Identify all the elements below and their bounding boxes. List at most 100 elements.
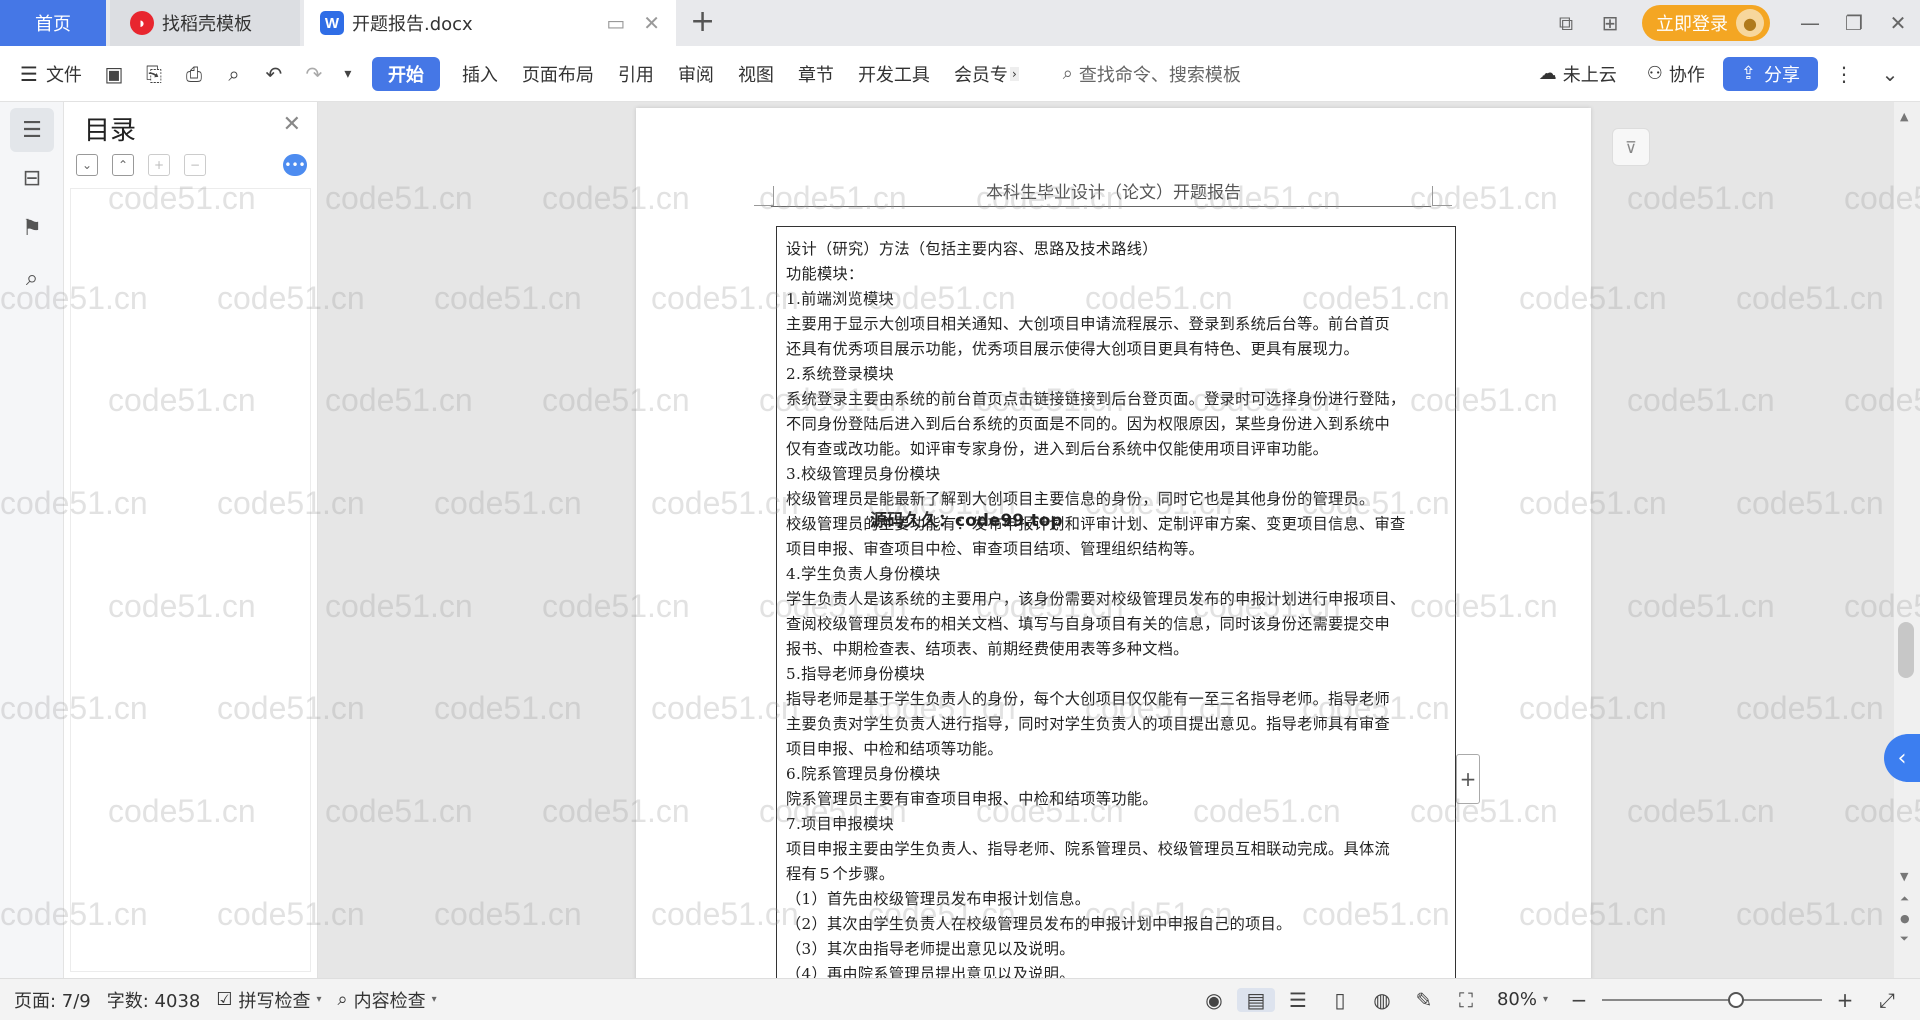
add-table-row-button[interactable]: + [1456,754,1480,804]
tab-home[interactable]: 首页 [0,0,106,46]
paragraph: 设计（研究）方法（包括主要内容、思路及技术路线） [786,240,1158,258]
command-search-placeholder: 查找命令、搜索模板 [1078,64,1241,86]
spell-check[interactable]: ☑ 拼写检查 ▾ [208,987,329,1013]
next-page-icon[interactable]: ⏷ [1900,932,1909,946]
paragraph: 学生负责人是该系统的主要用户，该身份需要对校级管理员发布的申报计划进行申报项目、 [786,590,1406,608]
collapse-all-icon[interactable]: ⌃ [112,154,134,176]
status-bar: 页面: 7/9 字数: 4038 ☑ 拼写检查 ▾ ⌕ 内容检查 ▾ ◉ ▤ ☰… [0,978,1920,1020]
remove-heading-icon[interactable]: − [184,154,206,176]
layout-icon[interactable]: ⧉ [1544,11,1588,35]
close-window-icon[interactable]: ✕ [1876,11,1920,35]
paragraph: （4）再由院系管理员提出意见以及说明。 [786,965,1075,978]
prev-page-icon[interactable]: ⏶ [1900,892,1909,906]
spell-check-label: 拼写检查 [238,990,311,1012]
tab-insert[interactable]: 插入 [450,57,510,91]
paragraph: （3）其次由指导老师提出意见以及说明。 [786,940,1075,958]
collaborate-label: 协作 [1668,64,1705,86]
find-icon[interactable]: ⌕ [10,256,54,300]
user-plus-icon: ⚇ [1646,63,1663,84]
document-page[interactable]: 本科生毕业设计（论文）开题报告 设计（研究）方法（包括主要内容、思路及技术路线）… [636,108,1591,978]
add-heading-icon[interactable]: + [148,154,170,176]
close-tab-icon[interactable]: ✕ [643,11,660,35]
fit-page-icon[interactable]: ⛶ [1447,988,1485,1012]
paragraph: 院系管理员主要有审查项目申报、中检和结项等功能。 [786,790,1158,808]
vertical-scrollbar[interactable]: ▲ ▼ ⏶ ● ⏷ [1894,102,1920,978]
print-preview-icon[interactable]: ⌕ [214,57,254,91]
report-table-cell[interactable]: 设计（研究）方法（包括主要内容、思路及技术路线） 功能模块： 1.前端浏览模块 … [776,226,1456,978]
outline-icon[interactable]: ☰ [10,108,54,152]
scrollbar-thumb[interactable] [1898,622,1914,678]
share-button[interactable]: ⇪ 分享 [1722,56,1818,91]
tab-developer-tools[interactable]: 开发工具 [846,57,942,91]
collaborate-button[interactable]: ⚇ 协作 [1635,57,1717,91]
undo-icon[interactable]: ↶ [254,57,294,91]
command-search[interactable]: ⌕ 查找命令、搜索模板 [1051,57,1253,91]
collapse-toolbar-icon[interactable]: ⊽ [1612,128,1650,166]
new-tab-button[interactable]: + [690,4,715,39]
tab-daoke-templates[interactable]: ◗ 找稻壳模板 [110,0,300,46]
zoom-in-icon[interactable]: + [1826,988,1864,1012]
eye-protection-icon[interactable]: ◉ [1195,988,1233,1012]
chevron-right-icon: › [1009,66,1019,81]
print-icon[interactable]: ⎙ [174,57,214,91]
minimize-icon[interactable]: — [1788,11,1832,35]
content-check[interactable]: ⌕ 内容检查 ▾ [330,987,445,1013]
paragraph: 3.校级管理员身份模块 [786,465,941,483]
paragraph: 1.前端浏览模块 [786,290,895,308]
paragraph: 功能模块： [786,265,864,283]
save-icon[interactable]: ▣ [94,57,134,91]
paragraph: 2.系统登录模块 [786,365,895,383]
page-indicator[interactable]: 页面: 7/9 [0,987,99,1013]
scroll-up-icon[interactable]: ▲ [1900,110,1908,123]
expand-all-icon[interactable]: ⌄ [76,154,98,176]
tab-member[interactable]: 会员专 › [942,57,1031,91]
write-mode-icon[interactable]: ✎ [1405,988,1443,1012]
chapter-nav-icon[interactable]: ⊟ [10,156,54,200]
smart-toc-icon[interactable]: ••• [283,154,307,176]
avatar: ● [1736,9,1764,37]
bookmark-icon[interactable]: ⚑ [10,206,54,250]
hamburger-icon: ☰ [20,61,38,86]
tab-references[interactable]: 引用 [606,57,666,91]
redo-icon[interactable]: ↷ [294,57,334,91]
more-options-icon[interactable]: ⋮ [1824,57,1864,91]
search-icon: ⌕ [1062,63,1073,84]
more-dropdown-icon[interactable]: ▾ [334,57,362,91]
display-icon[interactable]: ▭ [606,11,625,35]
collapse-ribbon-icon[interactable]: ⌄ [1870,57,1910,91]
header-rule [771,206,1431,207]
web-view-icon[interactable]: ◍ [1363,988,1401,1012]
tab-document[interactable]: W 开题报告.docx ▭ ✕ [304,0,676,46]
caret-down-icon: ▾ [1542,994,1548,1005]
daoke-logo-icon: ◗ [130,11,154,35]
file-menu[interactable]: ☰ 文件 [0,57,94,91]
zoom-out-icon[interactable]: − [1560,988,1598,1012]
select-browse-icon[interactable]: ● [1900,912,1910,925]
cloud-status[interactable]: ☁ 未上云 [1527,57,1629,91]
restore-icon[interactable]: ❐ [1832,11,1876,35]
tab-review[interactable]: 审阅 [666,57,726,91]
zoom-slider[interactable] [1602,990,1822,1010]
close-icon[interactable]: ✕ [283,112,301,137]
export-pdf-icon[interactable]: ⎘ [134,57,174,91]
zoom-handle[interactable] [1728,991,1744,1008]
paragraph: （1）首先由校级管理员发布申报计划信息。 [786,890,1091,908]
scroll-down-icon[interactable]: ▼ [1900,870,1908,883]
tab-chapter[interactable]: 章节 [786,57,846,91]
tab-member-label: 会员专 [953,64,1008,86]
grid-apps-icon[interactable]: ⊞ [1588,11,1632,35]
word-count[interactable]: 字数: 4038 [99,987,209,1013]
login-button[interactable]: 立即登录 ● [1642,5,1770,41]
outline-view-icon[interactable]: ☰ [1279,988,1317,1012]
reading-view-icon[interactable]: ▯ [1321,988,1359,1012]
document-canvas[interactable]: 本科生毕业设计（论文）开题报告 设计（研究）方法（包括主要内容、思路及技术路线）… [318,102,1920,978]
ribbon-toolbar: ☰ 文件 ▣ ⎘ ⎙ ⌕ ↶ ↷ ▾ 开始 插入 页面布局 引用 审阅 视图 章… [0,46,1920,102]
paragraph: 主要用于显示大创项目相关通知、大创项目申请流程展示、登录到系统后台等。前台首页 [786,315,1391,333]
tab-start[interactable]: 开始 [371,56,440,91]
tab-view[interactable]: 视图 [726,57,786,91]
zoom-level[interactable]: 80% ▾ [1489,989,1556,1010]
tab-page-layout[interactable]: 页面布局 [510,57,606,91]
page-view-icon[interactable]: ▤ [1236,987,1275,1012]
share-label: 分享 [1764,64,1800,86]
fullscreen-icon[interactable]: ⤢ [1868,988,1906,1012]
